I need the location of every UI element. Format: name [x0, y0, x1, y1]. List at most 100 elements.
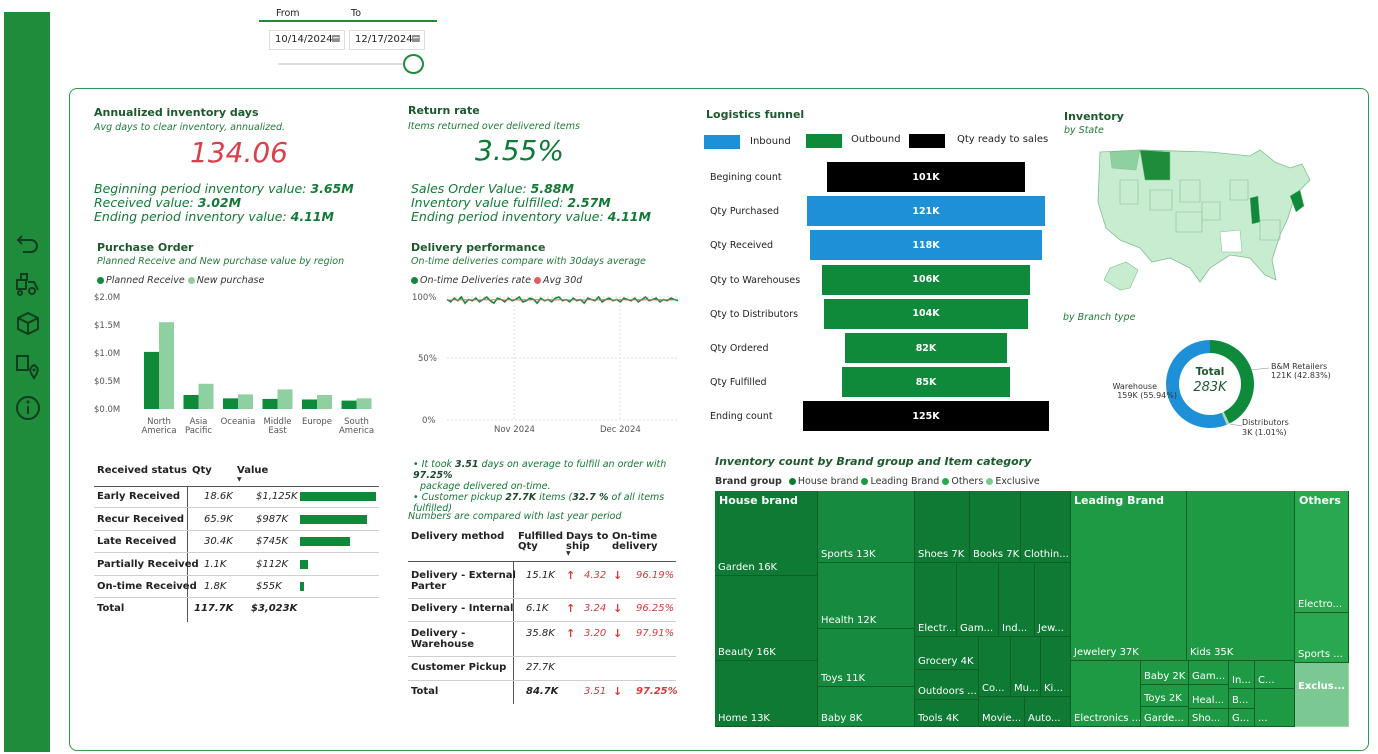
funnel-bar[interactable]: 104K	[823, 298, 1029, 329]
dm-days: 4.32	[584, 570, 607, 581]
note1-b: 3.51	[455, 459, 479, 470]
funnel-bar[interactable]: 85K	[842, 367, 1010, 398]
arrow-down-icon: ↓	[613, 569, 623, 582]
sort-desc-icon[interactable]: ▼	[237, 476, 242, 483]
tm-cell[interactable]: Home 13K	[715, 661, 818, 727]
tm-cell[interactable]: Electronics ...	[1071, 661, 1141, 727]
po-bar[interactable]	[302, 399, 317, 409]
tm-cell[interactable]: ...	[1255, 689, 1295, 727]
rr-line1-value: 5.88M	[530, 181, 574, 196]
tm-cell[interactable]: Toys 2K	[1141, 685, 1189, 707]
dm-ontime: 96.19%	[636, 570, 675, 581]
po-xtick: Oceania	[221, 417, 256, 427]
info-icon[interactable]	[14, 394, 42, 422]
funnel-bar[interactable]: 118K	[809, 230, 1043, 261]
funnel-title: Logistics funnel	[706, 108, 805, 121]
to-date-input[interactable]: 12/17/2024 ▤	[349, 30, 425, 50]
funnel-bar[interactable]: 125K	[803, 401, 1049, 432]
tm-cell[interactable]: Clothin...	[1021, 491, 1071, 563]
tm-cell[interactable]: Ki...	[1041, 637, 1071, 697]
brand-treemap: Garden 16K Beauty 16K Home 13K Sports 13…	[715, 491, 1349, 727]
tm-cell[interactable]: Books 7K	[970, 491, 1021, 563]
po-bar[interactable]	[356, 398, 372, 409]
tm-cell[interactable]: Electr...	[915, 563, 957, 637]
date-slider-track[interactable]	[278, 63, 408, 65]
tm-cell[interactable]: Baby 8K	[818, 687, 915, 727]
tm-cell[interactable]: Auto...	[1025, 697, 1071, 727]
arrow-up-icon: ↑	[566, 569, 576, 582]
tm-cell[interactable]: Jewelery 37K	[1071, 491, 1187, 661]
tm-cell[interactable]: Outdoors ...	[915, 670, 979, 700]
po-bar[interactable]	[277, 389, 293, 409]
rr-line3-value: 4.11M	[607, 209, 651, 224]
po-bar[interactable]	[144, 351, 159, 409]
tm-cell[interactable]: Toys 11K	[818, 629, 915, 687]
tm-cell[interactable]: Baby 2K	[1141, 661, 1189, 685]
location-icon[interactable]	[14, 352, 42, 380]
tm-cell[interactable]: C...	[1255, 661, 1295, 689]
dm-header-ontime-2[interactable]: delivery	[612, 541, 658, 552]
tm-cell[interactable]: Jew...	[1035, 563, 1071, 637]
rs-header-qty[interactable]: Qty	[192, 465, 212, 476]
tm-cell[interactable]: G...	[1229, 709, 1255, 727]
tm-cell[interactable]: Garde...	[1141, 707, 1189, 727]
note1-c: days on average to fulfill an order with	[478, 459, 667, 470]
tm-cell[interactable]: Co...	[979, 637, 1011, 697]
delivery-performance-chart: 100% 50% 0% Nov 2024 Dec 2024	[412, 293, 679, 435]
calendar-icon[interactable]: ▤	[331, 34, 340, 44]
from-date-input[interactable]: 10/14/2024 ▤	[269, 30, 345, 50]
tm-cell[interactable]: Tools 4K	[915, 700, 979, 727]
tm-legend-leading: Leading Brand	[870, 476, 940, 487]
funnel-bar[interactable]: 106K	[821, 264, 1031, 295]
tm-cell-exclusive[interactable]: Exclus...	[1295, 663, 1349, 727]
po-bar[interactable]	[183, 395, 199, 409]
tm-cell[interactable]: Gam...	[1189, 661, 1229, 685]
date-slider-handle[interactable]	[403, 54, 424, 74]
tm-cell[interactable]: Grocery 4K	[915, 637, 979, 670]
tm-cell[interactable]: In...	[1229, 661, 1255, 689]
po-bar[interactable]	[198, 383, 214, 409]
rs-header-status[interactable]: Received status	[97, 465, 187, 476]
dm-qty: 6.1K	[526, 603, 549, 614]
tm-cell[interactable]: B...	[1229, 689, 1255, 709]
tm-cell[interactable]: Movie...	[979, 697, 1025, 727]
po-bar[interactable]	[159, 322, 174, 409]
tm-cell[interactable]: Mu...	[1011, 637, 1041, 697]
tm-cell[interactable]: Health 12K	[818, 563, 915, 629]
tm-cell[interactable]: Gam...	[957, 563, 999, 637]
dm-header-qty-2[interactable]: Qty	[518, 541, 538, 552]
rs-qty: 30.4K	[204, 536, 233, 547]
funnel-bar[interactable]: 101K	[826, 162, 1026, 192]
calendar-icon[interactable]: ▤	[411, 34, 420, 44]
us-state-map[interactable]	[1090, 140, 1315, 300]
tm-cell[interactable]: Sports ...	[1295, 613, 1349, 663]
tm-cell[interactable]: Beauty 16K	[715, 576, 818, 661]
po-bar[interactable]	[317, 395, 332, 409]
boxes-icon[interactable]	[14, 310, 42, 338]
tm-cell[interactable]: Shoes 7K	[915, 491, 970, 563]
rs-header-value[interactable]: Value	[237, 465, 268, 476]
po-bar[interactable]	[223, 398, 238, 409]
delivery-icon[interactable]	[14, 270, 42, 298]
dp-subtitle: On-time deliveries compare with 30days a…	[411, 256, 646, 267]
po-bar[interactable]	[262, 398, 278, 409]
po-bar[interactable]	[341, 400, 357, 409]
arrow-down-icon: ↓	[613, 627, 623, 640]
tm-cell[interactable]: Sho...	[1189, 709, 1229, 727]
back-icon[interactable]	[14, 228, 42, 256]
po-bar[interactable]	[238, 394, 253, 409]
funnel-bar[interactable]: 121K	[806, 196, 1045, 227]
tm-cell[interactable]: Electro...	[1295, 491, 1349, 613]
aid-title: Annualized inventory days	[94, 106, 259, 119]
funnel-bar[interactable]: 82K	[845, 333, 1007, 363]
tm-cell[interactable]: Kids 35K	[1187, 491, 1295, 661]
sort-desc-icon[interactable]: ▼	[566, 550, 571, 557]
note1-a: It took	[421, 459, 456, 470]
funnel-label: Qty Ordered	[710, 343, 769, 354]
rs-qty: 1.1K	[204, 558, 227, 570]
tm-cell[interactable]: Ind...	[999, 563, 1035, 637]
funnel-value: 118K	[912, 239, 940, 251]
tm-cell[interactable]: Sports 13K	[818, 491, 915, 563]
dm-header-method[interactable]: Delivery method	[411, 531, 504, 542]
tm-cell[interactable]: Heal...	[1189, 685, 1229, 709]
